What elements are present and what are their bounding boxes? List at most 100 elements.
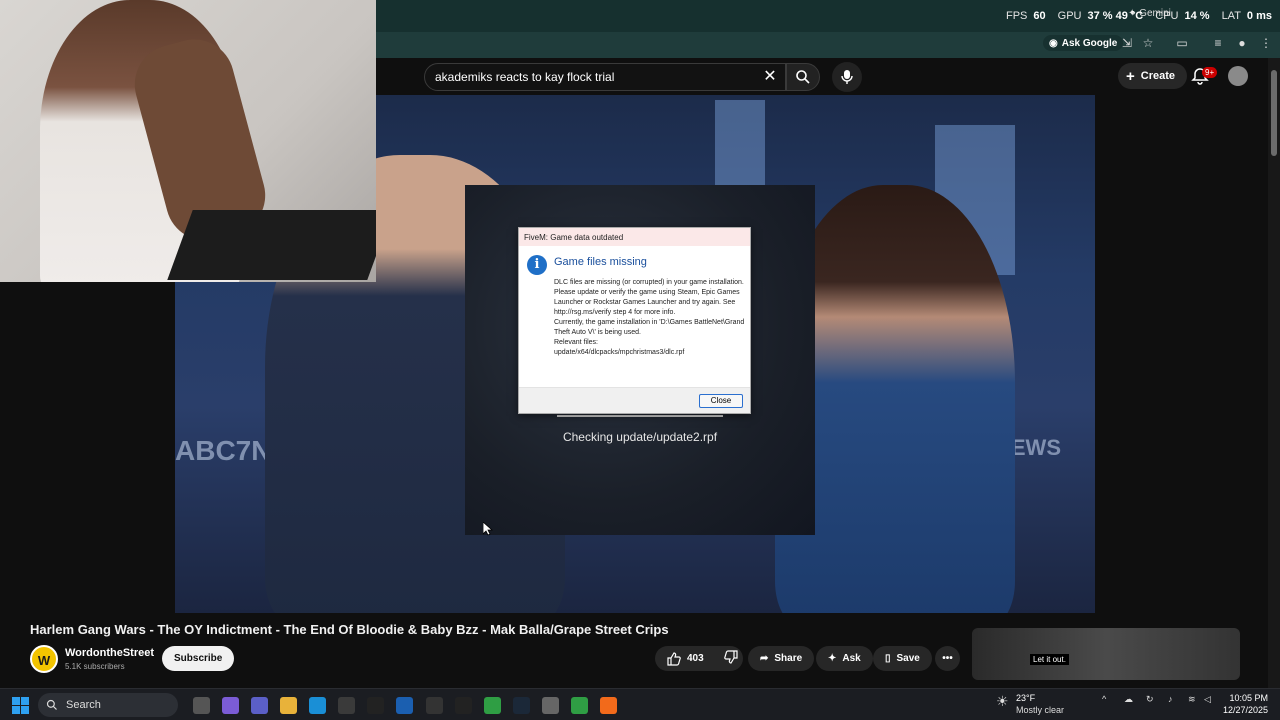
share-icon: ➦ bbox=[760, 653, 769, 664]
search-input[interactable]: akademiks reacts to kay flock trial bbox=[424, 63, 786, 91]
bookmark-star-icon[interactable]: ☆ bbox=[1140, 35, 1156, 51]
bookmark-icon: ▯ bbox=[885, 653, 891, 664]
search-button[interactable] bbox=[786, 63, 820, 91]
webcam-overlay bbox=[0, 0, 376, 282]
dialog-message: DLC files are missing (or corrupted) in … bbox=[554, 279, 745, 356]
sync-icon[interactable]: ↻ bbox=[1146, 694, 1154, 705]
epic-launcher-icon[interactable] bbox=[455, 697, 472, 714]
like-count: 403 bbox=[687, 653, 704, 664]
search-icon bbox=[46, 699, 57, 710]
thumbs-up-icon bbox=[667, 651, 681, 666]
copilot-icon[interactable] bbox=[222, 697, 239, 714]
lat-value: 0 ms bbox=[1246, 10, 1272, 22]
dislike-button[interactable] bbox=[723, 650, 738, 667]
like-button[interactable]: 403 bbox=[667, 651, 704, 666]
mic-tray-icon[interactable]: ♪ bbox=[1168, 694, 1173, 704]
store-icon[interactable] bbox=[338, 697, 355, 714]
scrollbar-thumb[interactable] bbox=[1271, 70, 1277, 156]
fps-label: FPS bbox=[1005, 10, 1028, 22]
ask-button[interactable]: ✦ Ask bbox=[816, 646, 873, 671]
fivem-progress-bar bbox=[557, 415, 723, 417]
fivem-status-text: Checking update/update2.rpf bbox=[562, 430, 718, 444]
search-icon bbox=[796, 70, 810, 84]
mouse-cursor-icon bbox=[483, 522, 493, 536]
install-app-icon[interactable]: ⇲ bbox=[1119, 35, 1135, 51]
dialog-footer: Close bbox=[519, 387, 750, 413]
fps-value: 60 bbox=[1033, 10, 1046, 22]
screen: ✦ Gemini FPS 60 GPU 37 % 49 °C CPU 14 % LAT… bbox=[0, 0, 1280, 720]
cpu-label: CPU bbox=[1155, 10, 1179, 22]
thumbnail-caption: Let it out. bbox=[1030, 654, 1069, 665]
video-title: Harlem Gang Wars - The OY Indictment - T… bbox=[30, 622, 669, 637]
account-avatar[interactable] bbox=[1228, 66, 1248, 86]
keyboard bbox=[167, 210, 376, 280]
profile-icon[interactable]: ● bbox=[1234, 35, 1250, 51]
close-button[interactable]: Close bbox=[699, 394, 743, 408]
ask-google-label: Ask Google bbox=[1061, 37, 1118, 49]
clock-time[interactable]: 10:05 PM bbox=[1228, 693, 1268, 703]
ask-google-button[interactable]: ◉ Ask Google bbox=[1043, 35, 1124, 51]
performance-overlay: FPS 60 GPU 37 % 49 °C CPU 14 % LAT 0 ms bbox=[1006, 10, 1272, 22]
volume-icon[interactable]: ◁ bbox=[1204, 694, 1211, 705]
fivem-icon[interactable] bbox=[600, 697, 617, 714]
error-dialog: FiveM: Game data outdated i Game files m… bbox=[518, 227, 751, 414]
clock-date[interactable]: 12/27/2025 bbox=[1220, 705, 1268, 715]
sparkle-icon: ✦ bbox=[828, 653, 837, 664]
epic-games-icon[interactable] bbox=[367, 697, 384, 714]
app-icon[interactable] bbox=[426, 697, 443, 714]
reading-list-icon[interactable]: ≡ bbox=[1210, 35, 1226, 51]
file-explorer-icon[interactable] bbox=[280, 697, 297, 714]
latency-stat: LAT 0 ms bbox=[1222, 10, 1272, 22]
save-label: Save bbox=[896, 653, 920, 664]
save-button[interactable]: ▯ Save bbox=[873, 646, 932, 671]
subscribe-button[interactable]: Subscribe bbox=[162, 646, 235, 671]
gpu-stat: GPU 37 % 49 °C bbox=[1058, 10, 1144, 22]
subscriber-count: 5.1K subscribers bbox=[65, 662, 125, 671]
taskbar-search-placeholder: Search bbox=[66, 699, 101, 711]
gpu-value: 37 % 49 °C bbox=[1087, 10, 1144, 22]
onedrive-icon[interactable]: ☁ bbox=[1124, 694, 1133, 705]
windows-taskbar: Search ^ ☁ ↻ ♪ ≋ ◁ bbox=[0, 688, 1280, 720]
dialog-body: i Game files missing DLC files are missi… bbox=[519, 246, 750, 387]
cast-icon[interactable]: ▭ bbox=[1174, 35, 1190, 51]
recommended-video-thumbnail[interactable]: Let it out. bbox=[972, 628, 1240, 680]
taskbar-search[interactable]: Search bbox=[38, 693, 178, 717]
share-label: Share bbox=[774, 653, 803, 664]
more-icon: ••• bbox=[942, 653, 953, 664]
chrome-profile-icon[interactable] bbox=[571, 697, 588, 714]
weather-temperature: 23°F bbox=[1016, 693, 1036, 703]
teams-icon[interactable] bbox=[251, 697, 268, 714]
browser-menu-icon[interactable]: ⋮ bbox=[1258, 35, 1274, 51]
create-label: Create bbox=[1140, 70, 1176, 82]
voice-search-button[interactable] bbox=[832, 62, 862, 92]
create-button[interactable]: + Create bbox=[1118, 63, 1188, 89]
chrome-icon[interactable] bbox=[484, 697, 501, 714]
cpu-stat: CPU 14 % bbox=[1155, 10, 1209, 22]
battlenet-icon[interactable] bbox=[396, 697, 413, 714]
like-dislike-group: 403 bbox=[655, 646, 743, 671]
share-button[interactable]: ➦ Share bbox=[748, 646, 815, 671]
channel-name[interactable]: WordontheStreet bbox=[65, 647, 154, 659]
weather-description: Mostly clear bbox=[1016, 705, 1065, 715]
dialog-heading: Game files missing bbox=[554, 256, 647, 268]
cpu-value: 14 % bbox=[1184, 10, 1210, 22]
steam-icon[interactable] bbox=[513, 697, 530, 714]
edge-icon[interactable] bbox=[309, 697, 326, 714]
lat-label: LAT bbox=[1221, 10, 1241, 22]
lens-icon: ◉ bbox=[1049, 37, 1058, 49]
clear-search-icon[interactable]: ✕ bbox=[760, 66, 780, 86]
weather-icon[interactable]: ☀ bbox=[996, 693, 1009, 710]
thumbs-down-icon bbox=[723, 650, 738, 664]
microphone-icon bbox=[841, 70, 853, 84]
ask-label: Ask bbox=[842, 653, 861, 664]
start-button[interactable] bbox=[12, 697, 29, 714]
gpu-label: GPU bbox=[1057, 10, 1082, 22]
more-actions-button[interactable]: ••• bbox=[935, 646, 960, 671]
tray-chevron-icon[interactable]: ^ bbox=[1102, 694, 1106, 704]
plus-icon: + bbox=[1126, 67, 1135, 85]
wifi-icon[interactable]: ≋ bbox=[1188, 694, 1196, 705]
info-icon: i bbox=[527, 255, 547, 275]
channel-avatar[interactable]: W bbox=[30, 645, 58, 673]
settings-icon[interactable] bbox=[542, 697, 559, 714]
task-view-icon[interactable] bbox=[193, 697, 210, 714]
